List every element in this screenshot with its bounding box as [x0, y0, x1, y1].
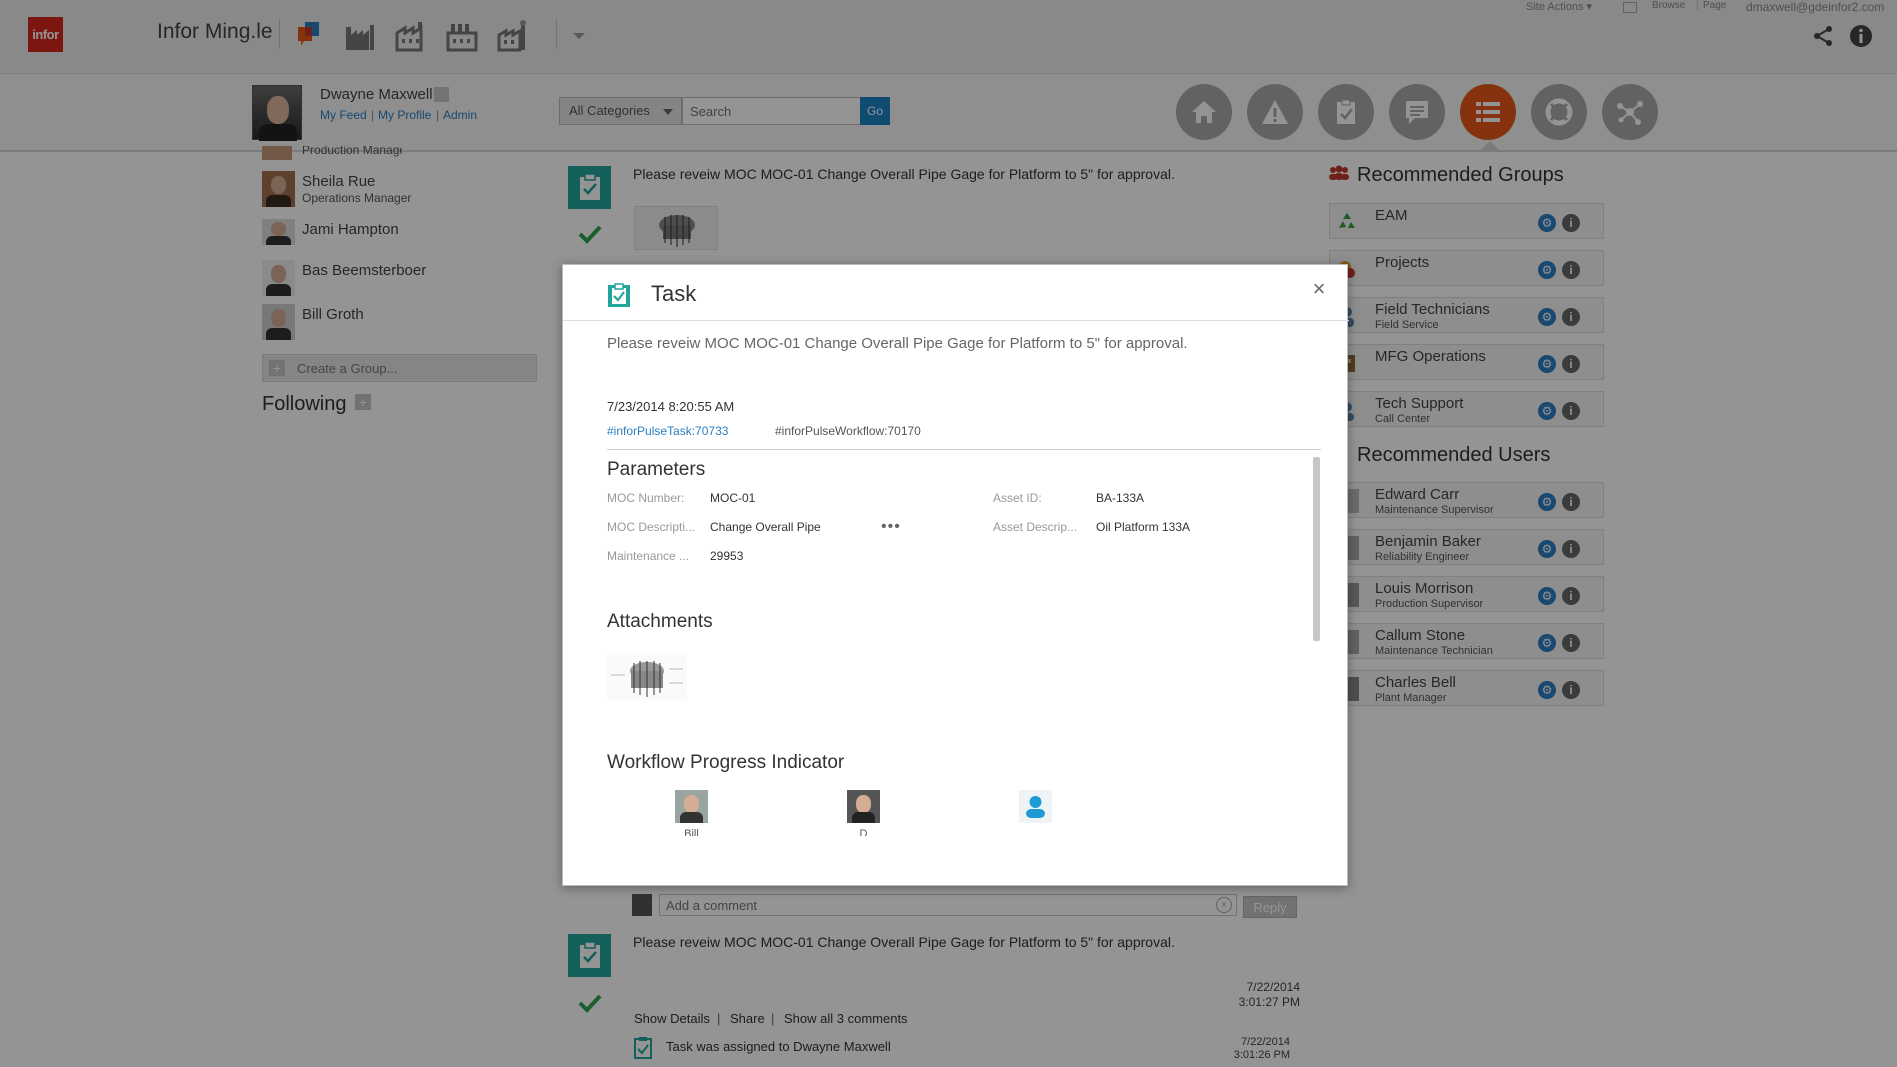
param-value: MOC-01: [710, 491, 756, 505]
param-label: Maintenance ...: [607, 549, 690, 563]
workflow-step-label: D: [859, 828, 868, 836]
attachments-heading: Attachments: [607, 611, 713, 632]
task-dialog: Task × Please reveiw MOC MOC-01 Change O…: [562, 264, 1349, 886]
task-icon: [608, 283, 630, 307]
task-datetime: 7/23/2014 8:20:55 AM: [607, 399, 735, 414]
param-label: MOC Number:: [607, 491, 685, 505]
param-label: Asset ID:: [993, 491, 1042, 505]
param-value: 29953: [710, 549, 744, 563]
workflow-step-avatar[interactable]: [675, 790, 708, 823]
workflow-tag[interactable]: #inforPulseWorkflow:70170: [775, 424, 921, 438]
divider: [563, 320, 1349, 321]
attachment-thumbnail[interactable]: [607, 655, 687, 700]
scrollbar[interactable]: [1313, 457, 1320, 641]
workflow-step-avatar[interactable]: [847, 790, 880, 823]
param-value: Oil Platform 133A: [1096, 520, 1191, 534]
dialog-title: Task: [651, 281, 697, 306]
task-tag-link[interactable]: #inforPulseTask:70733: [607, 424, 728, 438]
close-icon[interactable]: ×: [1307, 277, 1331, 301]
more-icon[interactable]: •••: [881, 518, 901, 536]
param-value: Change Overall Pipe: [710, 520, 821, 534]
param-label: Asset Descrip...: [993, 520, 1078, 534]
divider: [607, 449, 1321, 450]
param-label: MOC Descripti...: [607, 520, 696, 534]
user-placeholder-icon[interactable]: [1019, 790, 1052, 823]
task-description: Please reveiw MOC MOC-01 Change Overall …: [607, 335, 1188, 352]
workflow-heading: Workflow Progress Indicator: [607, 752, 845, 773]
parameters-heading: Parameters: [607, 459, 706, 480]
param-value: BA-133A: [1096, 491, 1145, 505]
workflow-step-label: Bill: [684, 828, 699, 836]
